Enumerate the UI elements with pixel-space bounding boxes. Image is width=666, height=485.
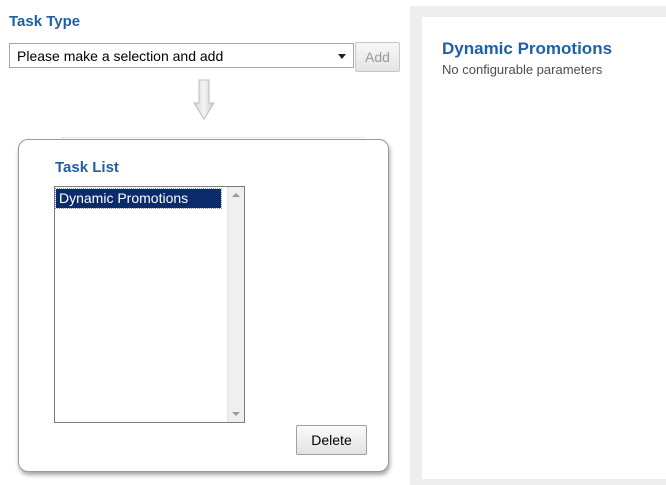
divider	[62, 137, 364, 138]
task-list-heading: Task List	[55, 159, 119, 176]
task-details-title: Dynamic Promotions	[442, 39, 613, 58]
delete-button[interactable]: Delete	[296, 425, 367, 455]
chevron-down-icon	[338, 54, 346, 59]
task-type-select-value: Please make a selection and add	[17, 48, 224, 64]
task-details-note: No configurable parameters	[442, 62, 603, 77]
task-details-content: Dynamic Promotions No configurable param…	[422, 17, 666, 479]
list-item[interactable]: Dynamic Promotions	[55, 188, 222, 209]
task-type-heading: Task Type	[9, 13, 81, 30]
task-details-panel: Dynamic Promotions No configurable param…	[410, 6, 666, 485]
task-configuration-page: Task Type Please make a selection and ad…	[0, 0, 666, 485]
task-list-box[interactable]: Dynamic Promotions	[54, 186, 245, 423]
listbox-scrollbar[interactable]	[227, 187, 244, 422]
arrow-down-icon	[193, 79, 215, 120]
task-list-panel: Task List Dynamic Promotions Delete	[18, 139, 389, 472]
task-type-select[interactable]: Please make a selection and add	[9, 43, 354, 68]
add-button[interactable]: Add	[355, 42, 400, 72]
scroll-up-icon[interactable]	[232, 193, 240, 197]
scroll-down-icon[interactable]	[232, 412, 240, 416]
